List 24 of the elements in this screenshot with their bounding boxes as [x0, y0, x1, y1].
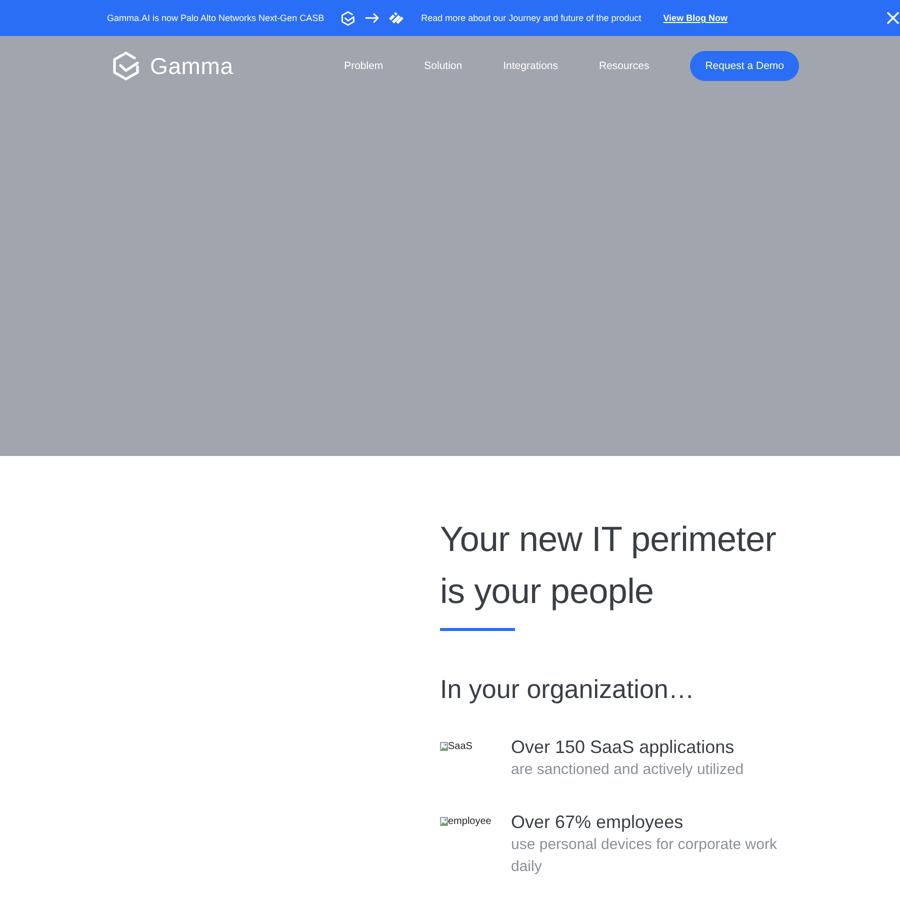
- nav-link[interactable]: Integrations: [503, 60, 558, 72]
- banner-message: Read more about our Journey and future of the product: [421, 13, 642, 23]
- announcement-text: Gamma.AI is now Palo Alto Networks Next-Gen CASB: [107, 13, 324, 23]
- stat-description: are sanctioned and actively utilized: [511, 760, 745, 780]
- logo-wordmark[interactable]: Gamma: [150, 52, 234, 80]
- image-alt-text: SaaS: [448, 741, 472, 752]
- request-demo-button[interactable]: Request a Demo: [690, 51, 799, 81]
- diagonal-stripes-icon: [389, 12, 406, 24]
- nav-link[interactable]: Problem: [344, 60, 384, 72]
- arrow-right-icon: [365, 13, 380, 23]
- logo-icon: [112, 51, 140, 81]
- nav-link[interactable]: Solution: [424, 60, 462, 72]
- stat-title: Over 67% employees: [511, 811, 684, 834]
- stat-description: use personal devices for corporate work daily: [511, 835, 778, 877]
- nav-link[interactable]: Resources: [599, 60, 650, 72]
- view-blog-link[interactable]: View Blog Now: [663, 13, 728, 23]
- section-heading: Your new IT perimeter is your people: [440, 519, 778, 613]
- stat-title: Over 150 SaaS applications: [511, 736, 736, 759]
- hexagon-check-icon: [341, 10, 356, 26]
- broken-image-icon: [440, 742, 448, 751]
- close-icon[interactable]: [887, 12, 899, 24]
- image-alt-text: employee: [448, 816, 492, 827]
- section-subheading: In your organization…: [440, 673, 696, 706]
- broken-image-icon: [440, 817, 448, 826]
